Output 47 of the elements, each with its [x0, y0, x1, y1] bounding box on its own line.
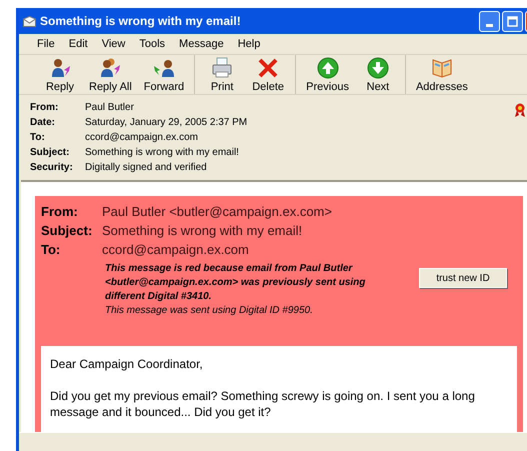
header-value: ccord@campaign.ex.com: [85, 131, 198, 145]
header-label: To:: [30, 131, 46, 145]
menu-item[interactable]: Tools: [139, 36, 166, 52]
menu-item[interactable]: Edit: [68, 36, 88, 52]
header-value: Paul Butler: [85, 101, 134, 115]
person-arrow-icon: [49, 56, 71, 78]
header-value: Digitally signed and verified: [85, 161, 207, 175]
field-label: Subject:: [41, 222, 94, 240]
toolbar-button[interactable]: Forward: [138, 55, 190, 94]
menu-item[interactable]: Message: [179, 36, 224, 52]
toolbar-button[interactable]: Previous: [300, 55, 355, 94]
menu-item[interactable]: File: [37, 36, 55, 52]
field-value: Paul Butler <butler@campaign.ex.com>: [102, 203, 332, 221]
field-value: Something is wrong with my email!: [102, 222, 302, 240]
maximize-button[interactable]: [502, 10, 523, 32]
minimize-icon: [486, 24, 493, 26]
digital-id-note: This message was sent using Digital ID #9950.: [105, 304, 314, 318]
toolbar-button[interactable]: Reply All: [83, 55, 138, 94]
toolbar-button[interactable]: Print: [199, 55, 246, 94]
field-label: To:: [41, 241, 62, 259]
menu-item[interactable]: Help: [238, 36, 260, 52]
maximize-icon: [507, 16, 518, 26]
menu-item[interactable]: View: [102, 36, 126, 52]
header-value: Saturday, January 29, 2005 2:37 PM: [85, 116, 248, 130]
header-label: Date:: [30, 116, 56, 130]
header-label: From:: [30, 101, 60, 115]
trust-button[interactable]: trust new ID: [419, 268, 507, 288]
body-paragraph: Did you get my previous email? Something screwy is going on. I sent you a long message and it bounced... Did you get it?: [50, 388, 476, 420]
ribbon-icon: [514, 103, 526, 117]
printer-icon: [211, 56, 234, 78]
header-value: Something is wrong with my email!: [85, 146, 239, 160]
toolbar-button[interactable]: Addresses: [410, 55, 474, 94]
header-label: Security:: [30, 161, 74, 175]
toolbar-button[interactable]: Reply: [37, 55, 83, 94]
toolbar-button[interactable]: Delete: [245, 55, 292, 94]
window-title: Something is wrong with my email!: [40, 13, 241, 30]
toolbar-button[interactable]: Next: [354, 55, 401, 94]
body-paragraph: Dear Campaign Coordinator,: [50, 356, 204, 372]
warning-text: This message is red because email from Paul Butler <butler@campaign.ex.com> was previously sent using different Digital #3410.: [105, 262, 366, 304]
header-label: Subject:: [30, 146, 70, 160]
envelope-icon: [23, 16, 36, 26]
people-arrow-icon: [99, 56, 122, 78]
close-icon: [257, 56, 280, 78]
book-icon: [430, 56, 453, 78]
field-label: From:: [41, 203, 79, 221]
field-value: ccord@campaign.ex.com: [102, 241, 249, 259]
minimize-button[interactable]: [479, 10, 500, 32]
